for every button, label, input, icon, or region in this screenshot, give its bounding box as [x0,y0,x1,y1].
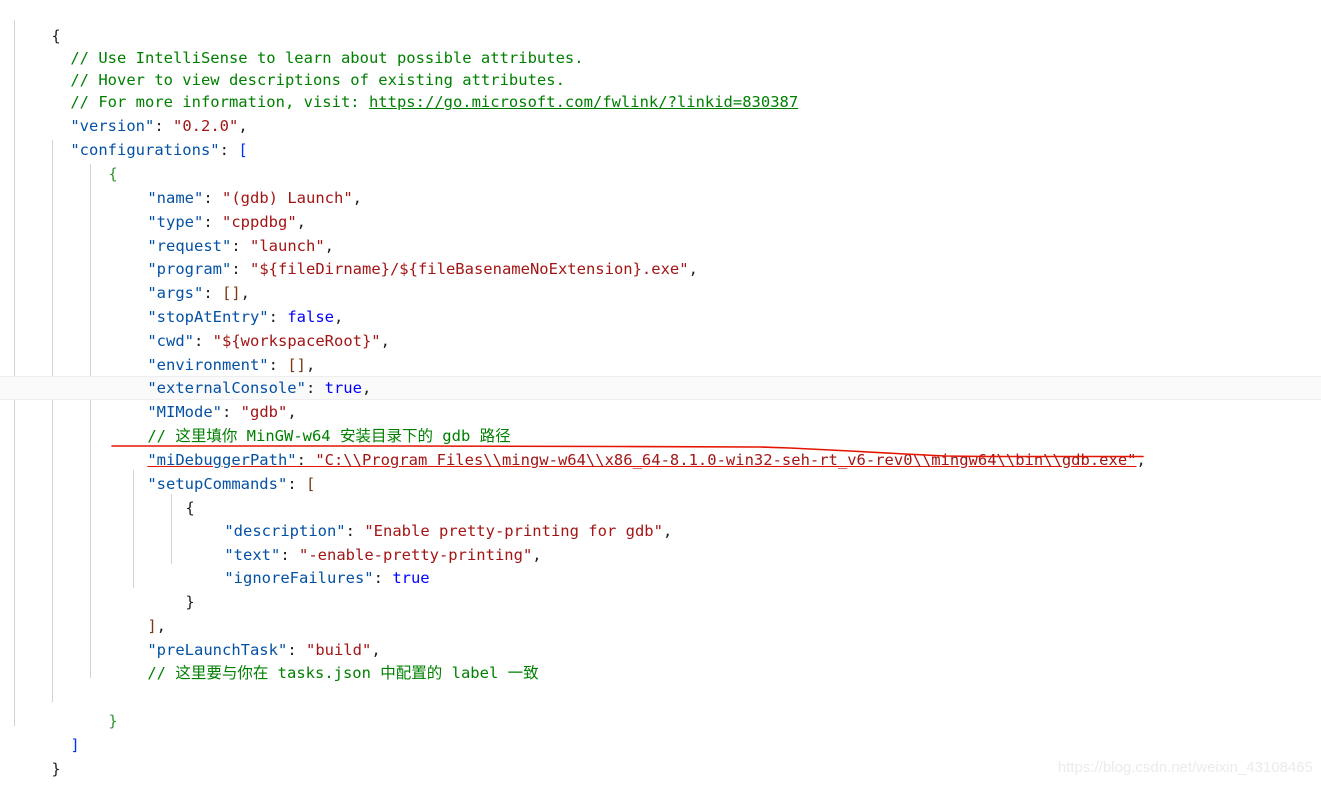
code-line-29[interactable] [0,661,1321,685]
code-editor-canvas[interactable]: { // Use IntelliSense to learn about pos… [0,0,1321,782]
code-line-22[interactable]: "description": "Enable pretty-printing f… [0,495,1321,540]
code-line-17[interactable]: "MIMode": "gdb", [0,376,1321,421]
code-line-23[interactable]: "text": "-enable-pretty-printing", [0,519,1321,564]
token-brace-close: } [51,760,61,778]
code-line-12[interactable]: "args": [], [0,257,1321,302]
code-line-2[interactable]: // Use IntelliSense to learn about possi… [0,22,1321,67]
code-line-32[interactable]: } [0,733,1321,778]
code-line-10[interactable]: "request": "launch", [0,210,1321,255]
code-line-11[interactable]: "program": "${fileDirname}/${fileBasenam… [0,233,1321,278]
code-line-20[interactable]: "setupCommands": [ [0,448,1321,493]
blog-watermark: https://blog.csdn.net/weixin_43108465 [1057,759,1313,776]
code-line-5[interactable]: "version": "0.2.0", [0,90,1321,135]
code-line-27[interactable]: "preLaunchTask": "build", [0,614,1321,659]
code-line-24[interactable]: "ignoreFailures": true [0,542,1321,587]
code-line-26[interactable]: ], [0,590,1321,635]
code-line-21[interactable]: { [0,472,1321,517]
code-line-31[interactable]: ] [0,709,1321,754]
code-line-16[interactable]: "externalConsole": true, [0,352,1321,397]
code-line-4[interactable]: // For more information, visit: https://… [0,66,1321,111]
code-line-7[interactable]: { [0,138,1321,183]
code-line-19[interactable]: "miDebuggerPath": "C:\\Program Files\\mi… [0,424,1321,469]
code-line-6[interactable]: "configurations": [ [0,114,1321,159]
code-line-30[interactable]: } [0,685,1321,730]
code-line-13[interactable]: "stopAtEntry": false, [0,281,1321,326]
code-line-3[interactable]: // Hover to view descriptions of existin… [0,44,1321,89]
code-line-18[interactable]: // 这里填你 MinGW-w64 安装目录下的 gdb 路径 [0,400,1321,445]
code-line-25[interactable]: } [0,566,1321,611]
code-line-8[interactable]: "name": "(gdb) Launch", [0,162,1321,207]
code-line-28[interactable]: // 这里要与你在 tasks.json 中配置的 label 一致 [0,637,1321,682]
code-line-9[interactable]: "type": "cppdbg", [0,186,1321,231]
code-line-1[interactable]: { [0,0,1321,45]
code-line-14[interactable]: "cwd": "${workspaceRoot}", [0,305,1321,350]
code-line-15[interactable]: "environment": [], [0,329,1321,374]
